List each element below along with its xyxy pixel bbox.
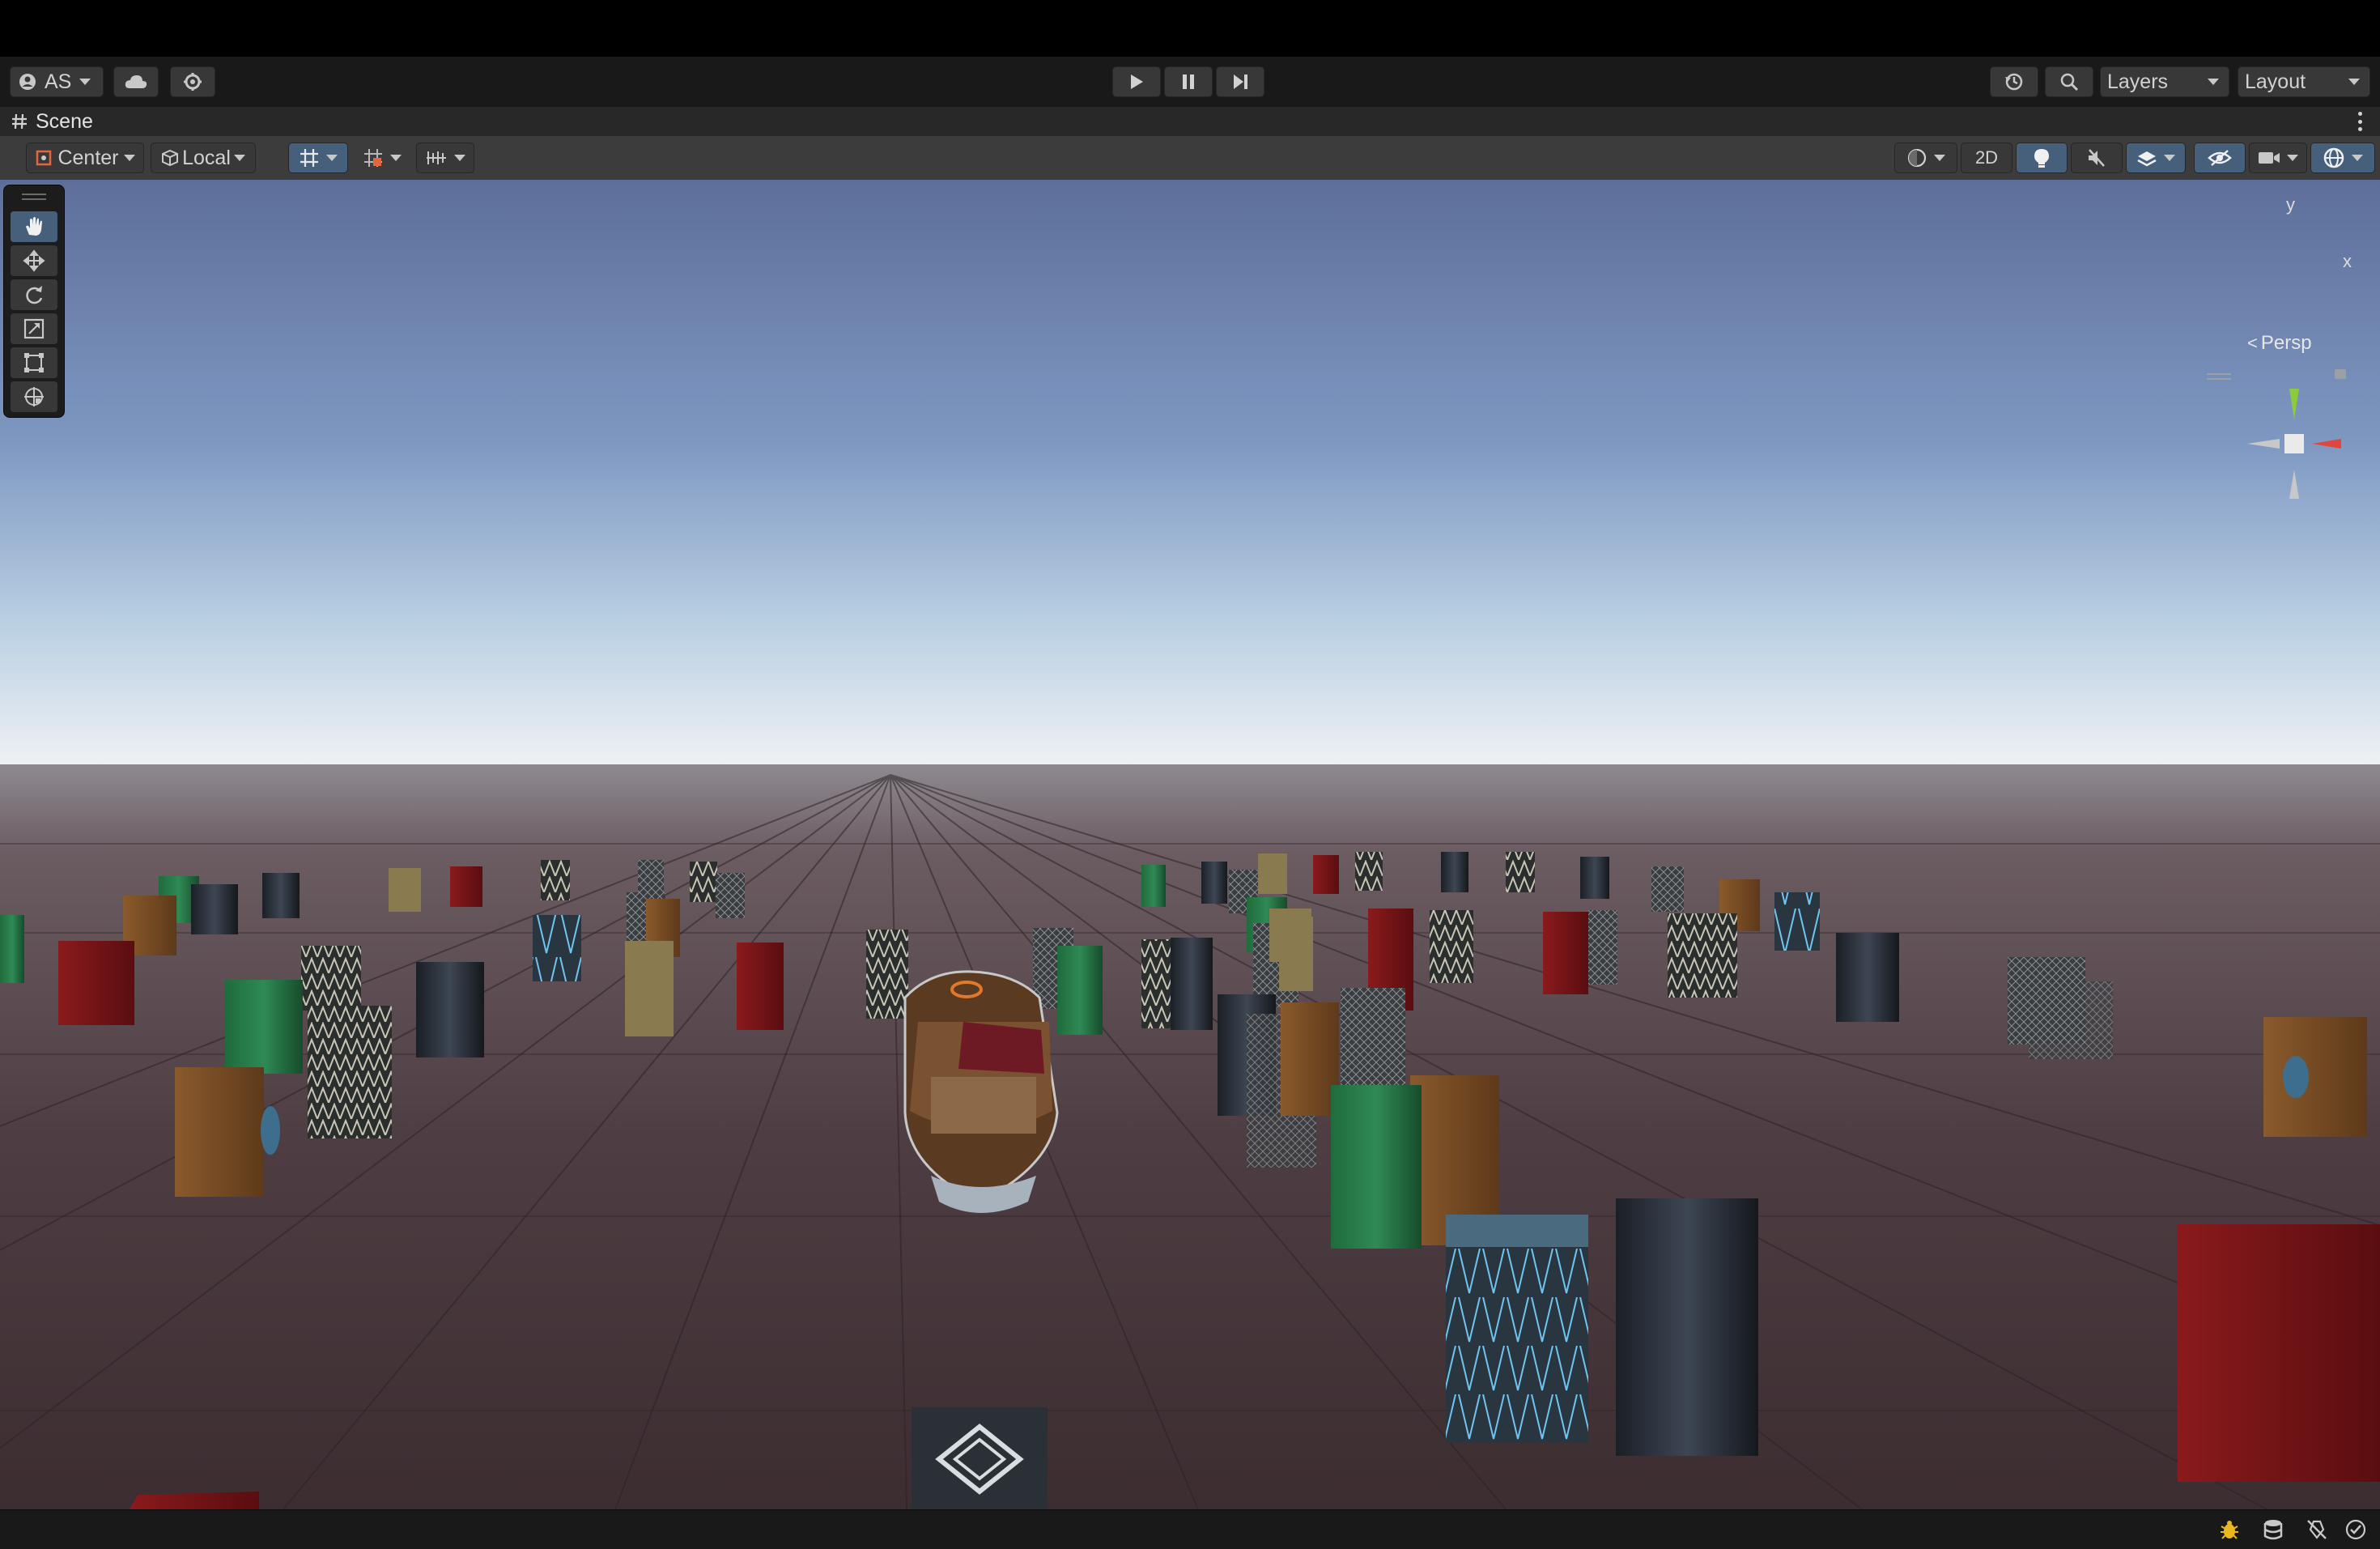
gizmo-x-label: x (2343, 251, 2352, 271)
bug-icon[interactable] (2216, 1517, 2242, 1543)
scale-tool[interactable] (11, 313, 57, 344)
step-button[interactable] (1216, 66, 1264, 97)
rect-icon (24, 353, 44, 372)
shading-sphere-icon (1907, 148, 1927, 168)
ruler-grid-icon (427, 151, 446, 164)
2d-mode-toggle[interactable]: 2D (1961, 143, 2012, 173)
pivot-mode-label: Center (57, 146, 119, 169)
pivot-center-icon (36, 150, 52, 166)
layers-dropdown[interactable]: Layers (2100, 66, 2229, 97)
main-toolbar: AS Layers Layout (0, 57, 2380, 107)
account-label: AS (45, 70, 72, 93)
hand-icon (26, 217, 42, 236)
projection-toggle[interactable]: < Persp (2247, 332, 2312, 355)
snap-grid-icon (364, 149, 382, 167)
audio-muted-icon (2089, 149, 2105, 167)
perspective-chevron-icon: < (2247, 333, 2258, 353)
cloud-button[interactable] (113, 66, 159, 97)
scene-visibility-toggle[interactable] (2194, 143, 2246, 173)
chevron-down-icon (454, 155, 465, 161)
undo-history-icon (2005, 73, 2023, 91)
camera-icon (2259, 152, 2280, 164)
layout-label: Layout (2245, 70, 2306, 93)
gizmos-dropdown[interactable] (2310, 143, 2375, 173)
chevron-down-icon (123, 155, 135, 161)
services-button[interactable] (170, 66, 215, 97)
cloud-icon (125, 75, 147, 88)
layers-label: Layers (2107, 70, 2169, 93)
step-icon (1234, 74, 1247, 89)
pause-icon (1183, 74, 1194, 89)
more-options-icon[interactable] (2356, 112, 2364, 131)
rotate-tool[interactable] (11, 279, 57, 310)
progress-check-icon[interactable] (2343, 1517, 2369, 1543)
chevron-down-icon (326, 155, 338, 161)
projection-label: Persp (2260, 332, 2312, 354)
chevron-down-icon (390, 155, 402, 161)
lighting-toggle[interactable] (2016, 143, 2068, 173)
hidden-eye-icon (2208, 150, 2232, 166)
rect-tool[interactable] (11, 347, 57, 378)
scene-tool-palette (3, 185, 65, 418)
chevron-down-icon (1934, 155, 1945, 161)
grid-snap-toggle[interactable] (288, 143, 348, 173)
camera-settings-dropdown[interactable] (2249, 143, 2307, 173)
cube-icon (162, 149, 179, 167)
lightbulb-icon (2034, 149, 2049, 168)
chevron-down-icon (2352, 155, 2363, 161)
scene-tab-bar: Scene (0, 107, 2380, 136)
gizmo-center-cube (2284, 434, 2304, 453)
effects-layers-icon (2137, 151, 2157, 167)
grid-snapping-icon (300, 149, 318, 167)
undo-history-button[interactable] (1990, 66, 2038, 97)
tab-scene[interactable]: Scene (11, 107, 93, 136)
move-icon (23, 249, 45, 272)
hand-tool[interactable] (11, 211, 57, 242)
grid-settings-toggle[interactable] (416, 143, 474, 173)
scene-view-toolbar: Center Local 2D (0, 136, 2380, 181)
play-icon (1131, 74, 1143, 89)
pause-button[interactable] (1164, 66, 1213, 97)
window-titlebar (0, 0, 2380, 57)
gizmos-globe-icon (2323, 147, 2344, 168)
pivot-mode-dropdown[interactable]: Center (26, 143, 144, 173)
scene-viewport[interactable]: y x < Persp (0, 180, 2380, 1509)
auto-generate-lighting-off-icon[interactable] (2304, 1517, 2330, 1543)
pivot-space-dropdown[interactable]: Local (151, 143, 256, 173)
search-button[interactable] (2045, 66, 2093, 97)
cache-server-icon[interactable] (2260, 1517, 2286, 1543)
play-button[interactable] (1112, 66, 1161, 97)
status-bar (0, 1509, 2380, 1549)
chevron-down-icon (2208, 79, 2219, 85)
scene-render[interactable] (0, 180, 2380, 1509)
scale-icon (23, 318, 45, 339)
audio-toggle[interactable] (2071, 143, 2123, 173)
search-icon (2060, 73, 2079, 91)
transform-icon (24, 387, 44, 406)
2d-mode-label: 2D (1974, 147, 1999, 168)
chevron-down-icon (2348, 79, 2360, 85)
chevron-down-icon (2287, 155, 2298, 161)
incremental-snap-toggle[interactable] (351, 143, 413, 173)
rotate-icon (26, 286, 43, 304)
gizmo-lock-icon (2335, 369, 2346, 379)
services-gear-icon (184, 73, 202, 91)
chevron-down-icon (79, 79, 91, 85)
account-icon (19, 74, 36, 90)
chevron-down-icon (2164, 155, 2175, 161)
tab-scene-label: Scene (36, 109, 93, 133)
gizmo-y-label: y (2286, 194, 2295, 215)
draw-mode-dropdown[interactable] (1894, 143, 1957, 173)
chevron-down-icon (233, 155, 245, 161)
layout-dropdown[interactable]: Layout (2238, 66, 2370, 97)
account-dropdown[interactable]: AS (10, 66, 104, 97)
effects-dropdown[interactable] (2126, 143, 2186, 173)
hash-icon (12, 113, 27, 130)
pivot-space-label: Local (182, 146, 231, 169)
transform-tool[interactable] (11, 381, 57, 412)
move-tool[interactable] (11, 245, 57, 276)
